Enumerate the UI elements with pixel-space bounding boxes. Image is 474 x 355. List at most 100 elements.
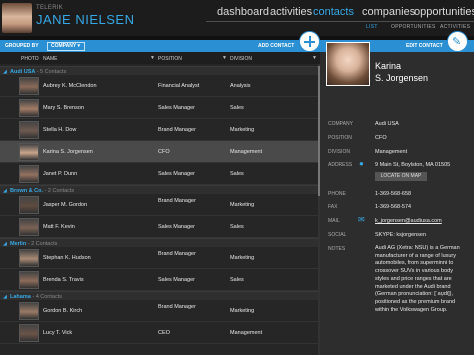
contact-name: Janet P. Dunn — [43, 171, 78, 177]
envelope-icon: ✉ — [358, 215, 365, 224]
contact-division: Sales — [230, 171, 244, 177]
contact-name: Matt F. Kevin — [43, 224, 75, 230]
company-label: COMPANY — [328, 121, 353, 127]
social-value: SKYPE: ksjorgensen — [375, 232, 427, 238]
nav-activities[interactable]: activities — [270, 6, 312, 18]
notes-label: NOTES — [328, 246, 346, 252]
position-label: POSITION — [328, 135, 352, 141]
position-value: CFO — [375, 135, 387, 141]
contact-division: Marketing — [230, 255, 255, 261]
email-link[interactable]: k_jorgensen@audiusa.com — [375, 218, 442, 224]
social-label: SOCIAL — [328, 232, 347, 238]
group-row[interactable]: ◢ Audi USA - 5 Contacts — [0, 66, 320, 75]
edit-contact-label[interactable]: EDIT CONTACT — [406, 43, 443, 49]
table-row[interactable]: Stephan K. Hudson Brand Manager Marketing — [0, 247, 320, 269]
contact-position: Brand Manager — [158, 304, 196, 310]
add-contact-button[interactable] — [299, 31, 320, 52]
contact-division: Sales — [230, 224, 244, 230]
nav-contacts[interactable]: contacts — [313, 6, 354, 18]
contact-position: CFO — [158, 149, 170, 155]
add-contact-label[interactable]: ADD CONTACT — [258, 43, 294, 49]
contact-name: Karina S. Jorgensen — [43, 149, 93, 155]
table-row[interactable]: Janet P. Dunn Sales Manager Sales — [0, 163, 320, 185]
nav-companies[interactable]: companies — [362, 6, 415, 18]
column-division[interactable]: DIVISION — [230, 56, 252, 62]
mail-label: MAIL — [328, 218, 340, 224]
group-name: Audi USA - 5 Contacts — [10, 68, 67, 75]
chevron-down-icon: ▾ — [77, 42, 81, 49]
contact-division: Management — [230, 330, 263, 336]
contact-name: Lucy T. Vick — [43, 330, 73, 336]
contact-thumbnail — [19, 218, 39, 236]
contact-position: Sales Manager — [158, 105, 195, 111]
address-value: 9 Main St, Boylston, MA 01505 — [375, 162, 451, 168]
column-photo[interactable]: PHOTO — [21, 56, 39, 62]
brand-label: TELERIK — [36, 5, 64, 11]
contact-name: Aubrey K. McClendon — [43, 83, 97, 89]
contact-name: Mary S. Brenson — [43, 105, 84, 111]
group-name: Lahama - 4 Contacts — [10, 293, 62, 300]
contact-thumbnail — [19, 324, 39, 342]
table-row[interactable]: Mary S. Brenson Sales Manager Sales — [0, 97, 320, 119]
group-row[interactable]: ◢ Merlin - 2 Contacts — [0, 238, 320, 247]
contact-thumbnail — [19, 121, 39, 139]
fax-label: FAX — [328, 204, 338, 210]
contact-thumbnail — [19, 99, 39, 117]
contact-last-name: S. Jorgensen — [375, 73, 429, 83]
group-row[interactable]: ◢ Brown & Co. - 2 Contacts — [0, 185, 320, 194]
nav-dashboard[interactable]: dashboard — [217, 6, 269, 18]
contact-position: Sales Manager — [158, 277, 195, 283]
contact-division: Sales — [230, 277, 244, 283]
contact-division: Sales — [230, 105, 244, 111]
contact-position: Financial Analyst — [158, 83, 200, 89]
group-by-select[interactable]: COMPANY ▾ — [47, 41, 85, 51]
address-label: ADDRESS — [328, 162, 353, 168]
phone-value: 1-369-568-658 — [375, 191, 412, 197]
contact-thumbnail — [19, 302, 39, 320]
group-by-value: COMPANY — [51, 42, 77, 49]
user-avatar[interactable] — [2, 3, 32, 33]
contact-thumbnail — [19, 271, 39, 289]
subnav-opportunities[interactable]: OPPORTUNITIES — [391, 24, 436, 30]
contact-position: Brand Manager — [158, 127, 196, 133]
contact-position: Sales Manager — [158, 224, 195, 230]
contact-division: Marketing — [230, 308, 255, 314]
contact-thumbnail — [19, 165, 39, 183]
filter-icon[interactable]: ▼ — [222, 56, 227, 61]
locate-on-map-button[interactable]: LOCATE ON MAP — [375, 172, 427, 181]
group-row[interactable]: ◢ Lahama - 4 Contacts — [0, 291, 320, 300]
filter-icon[interactable]: ▼ — [150, 56, 155, 61]
pencil-icon: ✎ — [452, 36, 462, 48]
user-name: JANE NIELSEN — [36, 12, 135, 27]
contact-position: Brand Manager — [158, 198, 196, 204]
contact-name: Jasper M. Gordon — [43, 202, 88, 208]
table-row[interactable]: Aubrey K. McClendon Financial Analyst Anal… — [0, 75, 320, 97]
column-position[interactable]: POSITION — [158, 56, 182, 62]
contact-photo — [326, 42, 370, 86]
group-name: Brown & Co. - 2 Contacts — [10, 187, 75, 194]
division-label: DIVISION — [328, 149, 350, 155]
filter-icon[interactable]: ▼ — [312, 56, 317, 61]
nav-opportunities[interactable]: opportunities — [414, 6, 474, 18]
table-row[interactable]: Stella H. Dow Brand Manager Marketing — [0, 119, 320, 141]
notes-text: Audi AG (Xetra: NSU) is a German manufac… — [375, 245, 460, 313]
table-row[interactable]: Lucy T. Vick CEO Management — [0, 322, 320, 344]
table-row[interactable]: Jasper M. Gordon Brand Manager Marketing — [0, 194, 320, 216]
contact-name: Stephan K. Hudson — [43, 255, 91, 261]
contact-name: Gordon B. Kirch — [43, 308, 83, 314]
contact-name: Brenda S. Travis — [43, 277, 84, 283]
contact-thumbnail — [19, 77, 39, 95]
contact-position: CEO — [158, 330, 170, 336]
contact-division: Marketing — [230, 202, 255, 208]
table-row[interactable]: Gordon B. Kirch Brand Manager Marketing — [0, 300, 320, 322]
subnav-list[interactable]: LIST — [366, 24, 378, 30]
table-row[interactable]: Karina S. Jorgensen CFO Management — [0, 141, 320, 163]
table-row[interactable]: Matt F. Kevin Sales Manager Sales — [0, 216, 320, 238]
contact-position: Sales Manager — [158, 171, 195, 177]
column-name[interactable]: NAME — [43, 56, 57, 62]
table-row[interactable]: Brenda S. Travis Sales Manager Sales — [0, 269, 320, 291]
subnav-activities[interactable]: ACTIVITIES — [440, 24, 470, 30]
nav-divider — [206, 21, 474, 22]
edit-contact-button[interactable]: ✎ — [447, 31, 468, 52]
contact-name: Stella H. Dow — [43, 127, 77, 133]
